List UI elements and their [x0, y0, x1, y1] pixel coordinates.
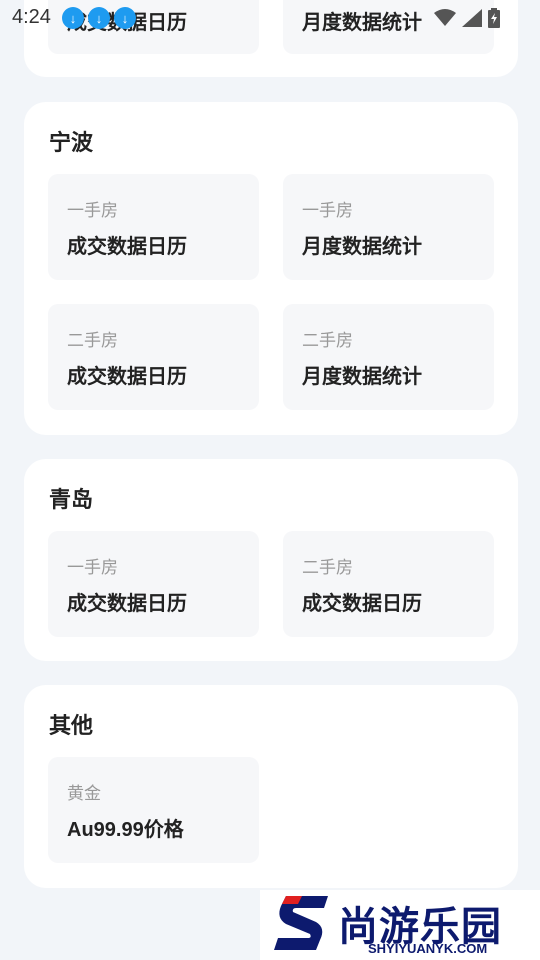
download-icon: ↓ [88, 7, 110, 29]
tile-sub-label: 二手房 [67, 331, 118, 350]
tile-main-label: 月度数据统计 [302, 366, 422, 388]
download-icon: ↓ [62, 7, 84, 29]
system-icons [434, 8, 500, 28]
download-icon: ↓ [114, 7, 136, 29]
wifi-icon [434, 9, 456, 26]
section-card-other: 其他 黄金 Au99.99价格 [24, 685, 518, 888]
download-notifications: ↓ ↓ ↓ [62, 7, 136, 29]
tile-main-label: 成交数据日历 [302, 593, 422, 615]
status-time: 4:24 [12, 6, 51, 28]
tile-main-label: 成交数据日历 [67, 366, 187, 388]
watermark-logo: 尚游乐园 SHYIYUANYK.COM [260, 890, 540, 960]
tile-qingdao-new-calendar[interactable]: 一手房 成交数据日历 [48, 531, 259, 637]
section-card-ningbo: 宁波 一手房 成交数据日历 一手房 月度数据统计 二手房 成交数据日历 二手房 … [24, 102, 518, 435]
tile-sub-label: 二手房 [302, 331, 353, 350]
tile-sub-label: 一手房 [67, 201, 118, 220]
section-card-qingdao: 青岛 一手房 成交数据日历 二手房 成交数据日历 [24, 459, 518, 661]
signal-icon [462, 9, 482, 27]
status-bar: 4:24 ↓ ↓ ↓ [0, 0, 540, 36]
brand-s-logo-icon [274, 896, 328, 950]
tile-ningbo-new-calendar[interactable]: 一手房 成交数据日历 [48, 174, 259, 280]
tile-qingdao-second-calendar[interactable]: 二手房 成交数据日历 [283, 531, 494, 637]
tile-sub-label: 黄金 [67, 784, 101, 803]
section-title: 青岛 [49, 487, 94, 512]
tile-main-label: 成交数据日历 [67, 236, 187, 258]
section-title: 其他 [49, 713, 94, 738]
tile-gold-price[interactable]: 黄金 Au99.99价格 [48, 757, 259, 863]
tile-ningbo-second-calendar[interactable]: 二手房 成交数据日历 [48, 304, 259, 410]
tile-sub-label: 二手房 [302, 558, 353, 577]
tile-sub-label: 一手房 [302, 201, 353, 220]
tile-main-label: 月度数据统计 [302, 236, 422, 258]
tile-ningbo-new-monthly[interactable]: 一手房 月度数据统计 [283, 174, 494, 280]
battery-icon [488, 8, 500, 28]
watermark-url: SHYIYUANYK.COM [368, 941, 488, 956]
tile-main-label: 成交数据日历 [67, 593, 187, 615]
tile-main-label: Au99.99价格 [67, 819, 184, 841]
tile-sub-label: 一手房 [67, 558, 118, 577]
tile-ningbo-second-monthly[interactable]: 二手房 月度数据统计 [283, 304, 494, 410]
section-title: 宁波 [49, 130, 94, 155]
